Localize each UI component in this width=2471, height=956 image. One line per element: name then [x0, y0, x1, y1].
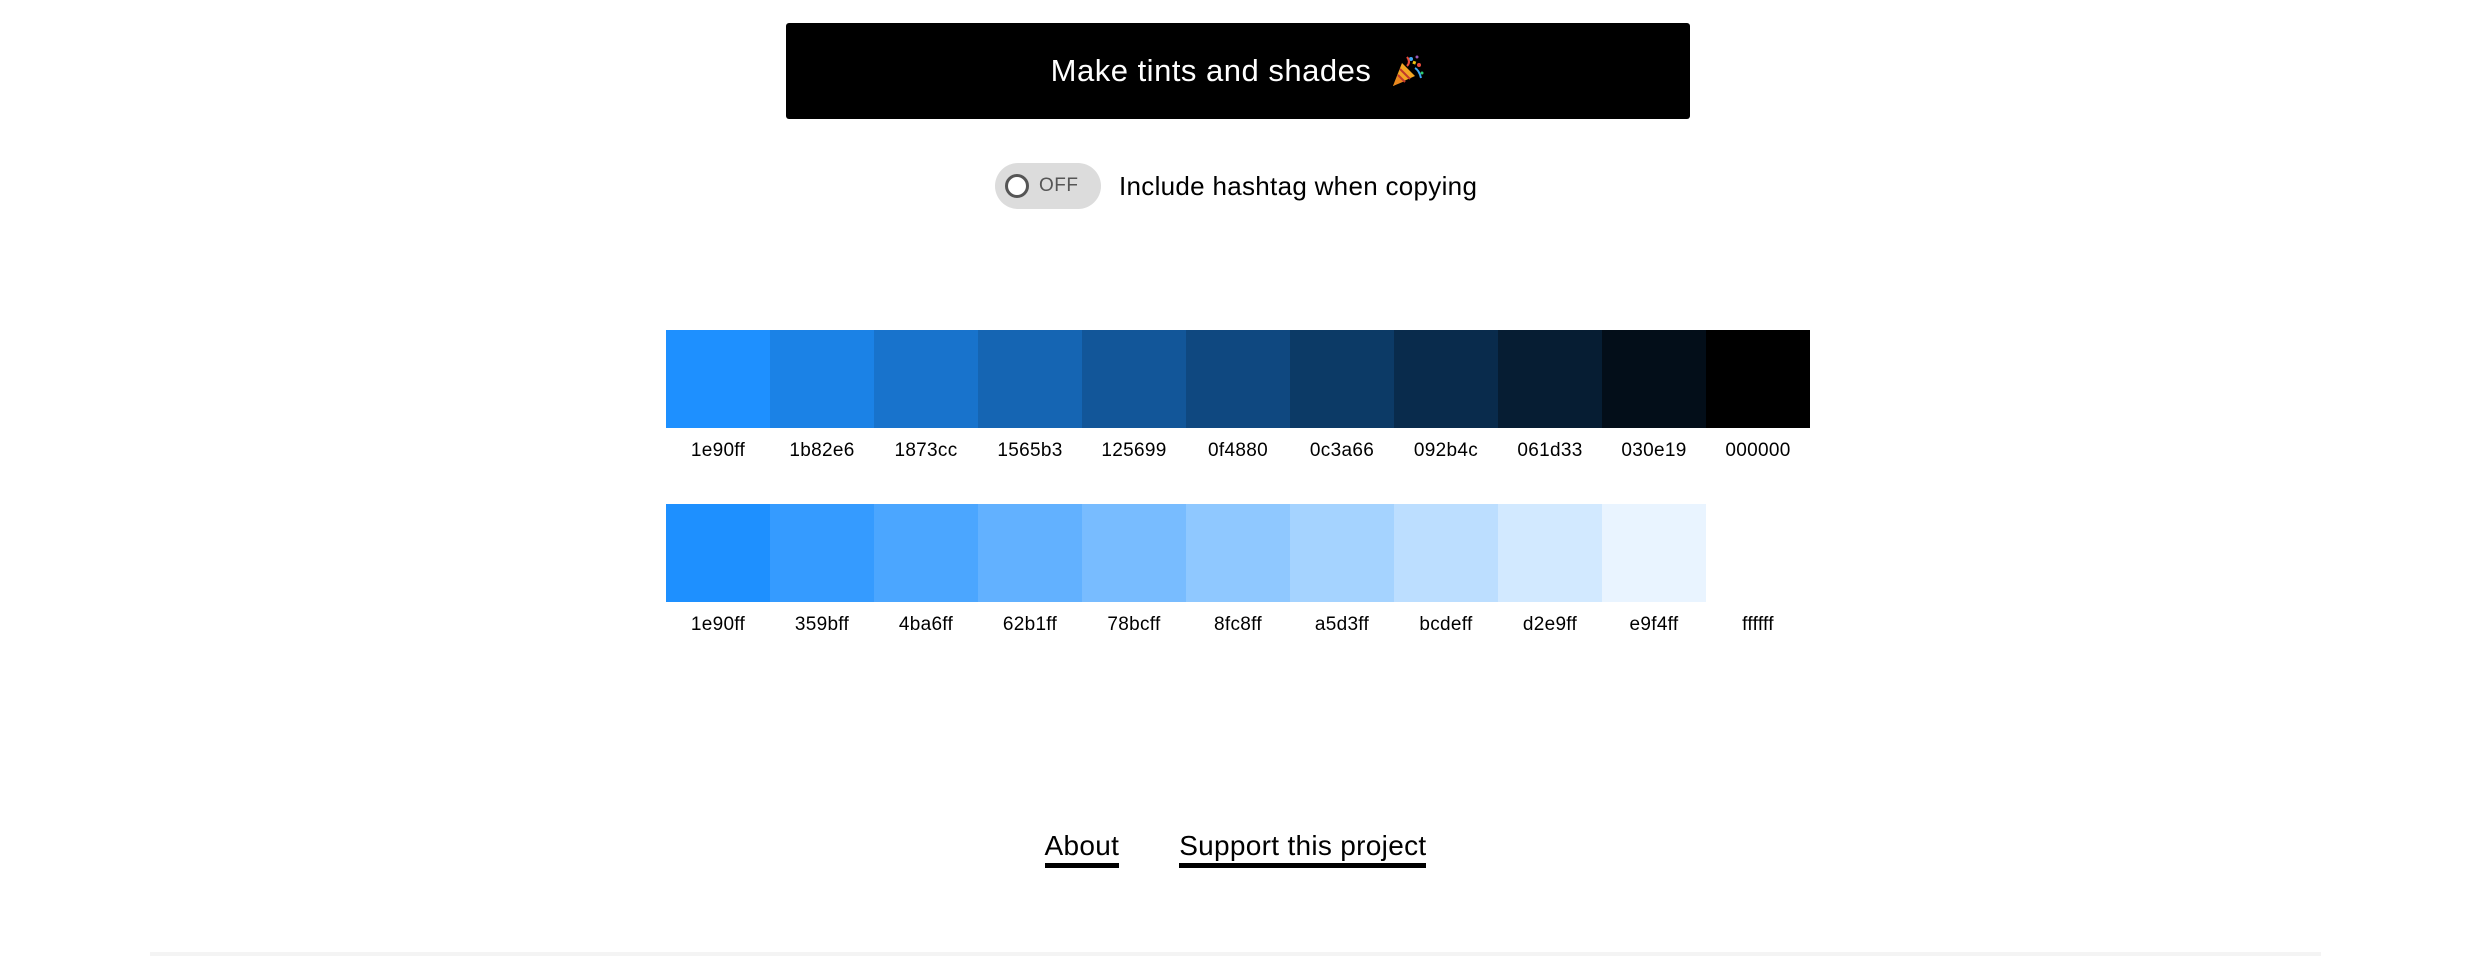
- tints-hex-label[interactable]: 359bff: [770, 614, 874, 636]
- tints-swatch[interactable]: [666, 504, 770, 602]
- tints-hex-label[interactable]: 1e90ff: [666, 614, 770, 636]
- shades-hex-label[interactable]: 0f4880: [1186, 440, 1290, 462]
- tints-swatch[interactable]: [1498, 504, 1602, 602]
- page: Make tints and shades OFF Include hashta…: [0, 0, 2471, 956]
- shades-swatch[interactable]: [1186, 330, 1290, 428]
- tints-swatch[interactable]: [1290, 504, 1394, 602]
- shades-swatch-row: [666, 330, 1810, 428]
- tints-hex-label[interactable]: 4ba6ff: [874, 614, 978, 636]
- shades-swatch[interactable]: [1394, 330, 1498, 428]
- tints-label-row: 1e90ff 359bff 4ba6ff 62b1ff 78bcff 8fc8ff a5d3…: [666, 614, 1810, 636]
- party-popper-icon: [1389, 53, 1425, 89]
- tints-swatch[interactable]: [1394, 504, 1498, 602]
- shades-hex-label[interactable]: 1565b3: [978, 440, 1082, 462]
- shades-swatch[interactable]: [1082, 330, 1186, 428]
- shades-hex-label[interactable]: 1b82e6: [770, 440, 874, 462]
- tints-hex-label[interactable]: 62b1ff: [978, 614, 1082, 636]
- tints-swatch-row: [666, 504, 1810, 602]
- toggle-state-label: OFF: [1039, 175, 1079, 196]
- shades-swatch[interactable]: [666, 330, 770, 428]
- about-link[interactable]: About: [1044, 830, 1120, 868]
- shades-swatch[interactable]: [978, 330, 1082, 428]
- shades-swatch[interactable]: [874, 330, 978, 428]
- tints-swatch[interactable]: [874, 504, 978, 602]
- hashtag-toggle-row: OFF Include hashtag when copying: [995, 163, 1477, 209]
- shades-swatch[interactable]: [770, 330, 874, 428]
- support-project-link[interactable]: Support this project: [1179, 830, 1427, 868]
- tints-hex-label[interactable]: bcdeff: [1394, 614, 1498, 636]
- tints-hex-label[interactable]: 78bcff: [1082, 614, 1186, 636]
- tints-palette: 1e90ff 359bff 4ba6ff 62b1ff 78bcff 8fc8ff a5d3…: [666, 504, 1810, 636]
- tints-hex-label[interactable]: a5d3ff: [1290, 614, 1394, 636]
- shades-hex-label[interactable]: 092b4c: [1394, 440, 1498, 462]
- shades-swatch[interactable]: [1602, 330, 1706, 428]
- shades-hex-label[interactable]: 000000: [1706, 440, 1810, 462]
- shades-swatch[interactable]: [1498, 330, 1602, 428]
- shades-palette: 1e90ff 1b82e6 1873cc 1565b3 125699 0f4880 0c3a…: [666, 330, 1810, 462]
- tints-swatch[interactable]: [978, 504, 1082, 602]
- shades-label-row: 1e90ff 1b82e6 1873cc 1565b3 125699 0f4880 0c3a…: [666, 440, 1810, 462]
- tints-swatch[interactable]: [1082, 504, 1186, 602]
- shades-hex-label[interactable]: 061d33: [1498, 440, 1602, 462]
- hashtag-toggle[interactable]: OFF: [995, 163, 1101, 209]
- make-tints-and-shades-button[interactable]: Make tints and shades: [786, 23, 1690, 119]
- hashtag-toggle-label: Include hashtag when copying: [1119, 170, 1478, 201]
- tints-hex-label[interactable]: d2e9ff: [1498, 614, 1602, 636]
- tints-hex-label[interactable]: 8fc8ff: [1186, 614, 1290, 636]
- footer-links: About Support this project: [0, 830, 2471, 868]
- shades-swatch[interactable]: [1706, 330, 1810, 428]
- shades-hex-label[interactable]: 1873cc: [874, 440, 978, 462]
- tints-swatch[interactable]: [1706, 504, 1810, 602]
- tints-swatch[interactable]: [1186, 504, 1290, 602]
- tints-swatch[interactable]: [1602, 504, 1706, 602]
- make-button-label: Make tints and shades: [1050, 53, 1372, 88]
- bottom-divider: [150, 952, 2321, 956]
- tints-hex-label[interactable]: e9f4ff: [1602, 614, 1706, 636]
- shades-hex-label[interactable]: 125699: [1082, 440, 1186, 462]
- tints-hex-label[interactable]: ffffff: [1706, 614, 1810, 636]
- shades-hex-label[interactable]: 030e19: [1602, 440, 1706, 462]
- tints-swatch[interactable]: [770, 504, 874, 602]
- toggle-knob: [1005, 174, 1029, 198]
- shades-swatch[interactable]: [1290, 330, 1394, 428]
- shades-hex-label[interactable]: 1e90ff: [666, 440, 770, 462]
- shades-hex-label[interactable]: 0c3a66: [1290, 440, 1394, 462]
